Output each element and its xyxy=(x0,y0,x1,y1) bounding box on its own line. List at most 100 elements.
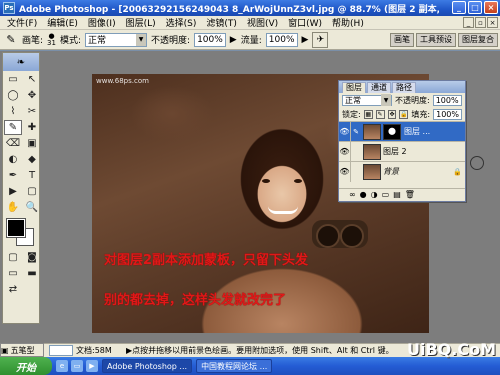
layers-panel-header: 图层 通道 路径 xyxy=(339,81,465,93)
screen-mode-full-icon[interactable]: ▬ xyxy=(23,266,41,281)
opacity-arrow-icon[interactable]: ▶ xyxy=(230,35,237,45)
new-layer-icon[interactable]: ▤ xyxy=(393,190,401,199)
ie-icon[interactable]: e xyxy=(56,360,68,372)
screen-mode-standard-icon[interactable]: ▭ xyxy=(4,266,22,281)
foreground-color-swatch[interactable] xyxy=(6,218,26,238)
media-icon[interactable]: ▶ xyxy=(86,360,98,372)
menu-window[interactable]: 窗口(W) xyxy=(283,16,327,29)
task-forum[interactable]: 中国教程网论坛 ... xyxy=(196,359,273,373)
layer-row-2[interactable]: 👁 图层 2 xyxy=(339,141,465,162)
jump-to-imageready-icon[interactable]: ⇄ xyxy=(4,282,22,297)
link-cell[interactable] xyxy=(351,162,361,182)
menu-select[interactable]: 选择(S) xyxy=(161,16,202,29)
eye-icon[interactable]: 👁 xyxy=(339,121,351,142)
layer-mask-thumbnail[interactable] xyxy=(383,123,401,140)
crop-tool-icon[interactable]: ⌇ xyxy=(4,104,22,119)
tab-layer-comps[interactable]: 图层复合 xyxy=(458,33,498,47)
doc-restore-button[interactable]: ▫ xyxy=(475,17,486,28)
airbrush-icon[interactable]: ✈ xyxy=(312,31,329,48)
doc-minimize-button[interactable]: _ xyxy=(463,17,474,28)
lock-transparency-icon[interactable]: ▦ xyxy=(363,109,373,119)
lock-pixels-icon[interactable]: ✎ xyxy=(375,109,385,119)
lock-position-icon[interactable]: ✥ xyxy=(387,109,397,119)
sharpen-tool-icon[interactable]: ◆ xyxy=(23,152,41,167)
lock-icon: 🔒 xyxy=(453,167,462,176)
tab-tool-presets[interactable]: 工具预设 xyxy=(416,33,456,47)
zoom-tool-icon[interactable]: 🔍 xyxy=(23,200,41,215)
layer-thumbnail xyxy=(363,163,381,180)
options-bar: ✎ 画笔: ● 31 模式: 正常 ▼ 不透明度: 100% ▶ 流量: 100… xyxy=(0,30,500,50)
tab-brushes[interactable]: 画笔 xyxy=(390,33,414,47)
tab-layers[interactable]: 图层 xyxy=(342,81,366,93)
move-tool-icon[interactable]: ↖ xyxy=(23,72,41,87)
layer-style-icon[interactable]: ● xyxy=(360,190,367,199)
brush-tool-icon-active[interactable]: ✎ xyxy=(4,120,22,135)
desktop-icon[interactable]: ▭ xyxy=(71,360,83,372)
quick-mask-icon[interactable]: ◙ xyxy=(23,250,41,265)
layer-thumbnail xyxy=(363,143,381,160)
pen-tool-icon[interactable]: ✒ xyxy=(4,168,22,183)
layer-opacity-field[interactable]: 100% xyxy=(432,94,462,106)
layer-row-background[interactable]: 👁 背景 🔒 xyxy=(339,161,465,182)
dodge-tool-icon[interactable]: ◐ xyxy=(4,152,22,167)
layer-name: 图层 2 xyxy=(383,147,407,156)
standard-mode-icon[interactable]: ▢ xyxy=(4,250,22,265)
marquee-tool-icon[interactable]: ▭ xyxy=(4,72,22,87)
minimize-button[interactable]: _ xyxy=(452,1,466,14)
mode-select[interactable]: 正常 ▼ xyxy=(85,32,148,47)
lock-all-icon[interactable]: 🔒 xyxy=(399,109,409,119)
opacity-field[interactable]: 100% xyxy=(194,32,226,47)
close-button[interactable]: × xyxy=(484,1,498,14)
menu-layer[interactable]: 图层(L) xyxy=(121,16,161,29)
fill-field[interactable]: 100% xyxy=(433,108,462,120)
lasso-tool-icon[interactable]: ◯ xyxy=(4,88,22,103)
trash-icon[interactable]: 🗑 xyxy=(405,190,415,199)
menu-filter[interactable]: 滤镜(T) xyxy=(201,16,242,29)
tab-paths[interactable]: 路径 xyxy=(392,81,416,93)
photo-binoculars xyxy=(312,220,368,248)
blend-mode-select[interactable]: 正常 ▼ xyxy=(342,94,392,106)
menu-view[interactable]: 视图(V) xyxy=(242,16,283,29)
layer-name: 图层 ... xyxy=(404,127,431,136)
link-cell[interactable] xyxy=(351,142,361,162)
flow-field[interactable]: 100% xyxy=(265,32,298,47)
healing-tool-icon[interactable]: ✚ xyxy=(23,120,41,135)
eraser-tool-icon[interactable]: ⌫ xyxy=(4,136,22,151)
brush-preset-picker[interactable]: ● 31 xyxy=(47,32,56,47)
zoom-field[interactable] xyxy=(49,345,73,356)
doc-close-button[interactable]: × xyxy=(487,17,498,28)
photo-eye-right xyxy=(294,179,302,183)
link-layers-icon[interactable]: ∞ xyxy=(349,190,356,199)
start-button[interactable]: 开始 xyxy=(0,357,52,375)
maximize-button[interactable]: □ xyxy=(468,1,482,14)
layer-name: 背景 xyxy=(383,167,399,176)
path-select-tool-icon[interactable]: ▶ xyxy=(4,184,22,199)
menu-image[interactable]: 图像(I) xyxy=(83,16,121,29)
eye-icon[interactable]: 👁 xyxy=(339,161,351,182)
toolbox-header-feather-icon[interactable]: ❧ xyxy=(3,53,39,71)
menu-file[interactable]: 文件(F) xyxy=(2,16,42,29)
menu-edit[interactable]: 编辑(E) xyxy=(42,16,83,29)
hand-tool-icon[interactable]: ✋ xyxy=(4,200,22,215)
flow-arrow-icon[interactable]: ▶ xyxy=(302,35,309,45)
task-photoshop[interactable]: Adobe Photoshop ... xyxy=(102,359,193,373)
new-group-icon[interactable]: ▭ xyxy=(382,190,390,199)
menu-bar: 文件(F) 编辑(E) 图像(I) 图层(L) 选择(S) 滤镜(T) 视图(V… xyxy=(0,16,500,30)
brush-label: 画笔: xyxy=(22,36,44,46)
gradient-tool-icon[interactable]: ▣ xyxy=(23,136,41,151)
color-swatches xyxy=(3,218,39,249)
toolbox: ❧ ▭ ↖ ◯ ✥ ⌇ ✂ ✎ ✚ ⌫ ▣ ◐ ◆ ✒ T ▶ ▢ ✋ 🔍 ▢ xyxy=(2,52,40,324)
photoshop-app-icon[interactable]: Ps xyxy=(3,2,15,14)
layer-row-copy[interactable]: 👁 ✎ 图层 ... xyxy=(339,121,465,142)
menu-help[interactable]: 帮助(H) xyxy=(327,16,369,29)
shape-tool-icon[interactable]: ▢ xyxy=(23,184,41,199)
type-tool-icon[interactable]: T xyxy=(23,168,41,183)
magic-wand-tool-icon[interactable]: ✥ xyxy=(23,88,41,103)
eye-icon[interactable]: 👁 xyxy=(339,141,351,162)
brush-tool-icon[interactable]: ✎ xyxy=(4,33,18,47)
slice-tool-icon[interactable]: ✂ xyxy=(23,104,41,119)
doc-size[interactable]: 文档:58M xyxy=(76,345,126,356)
ime-bar[interactable]: ▣ 五笔型 xyxy=(0,343,44,357)
tab-channels[interactable]: 通道 xyxy=(367,81,391,93)
add-mask-icon[interactable]: ◑ xyxy=(371,190,378,199)
